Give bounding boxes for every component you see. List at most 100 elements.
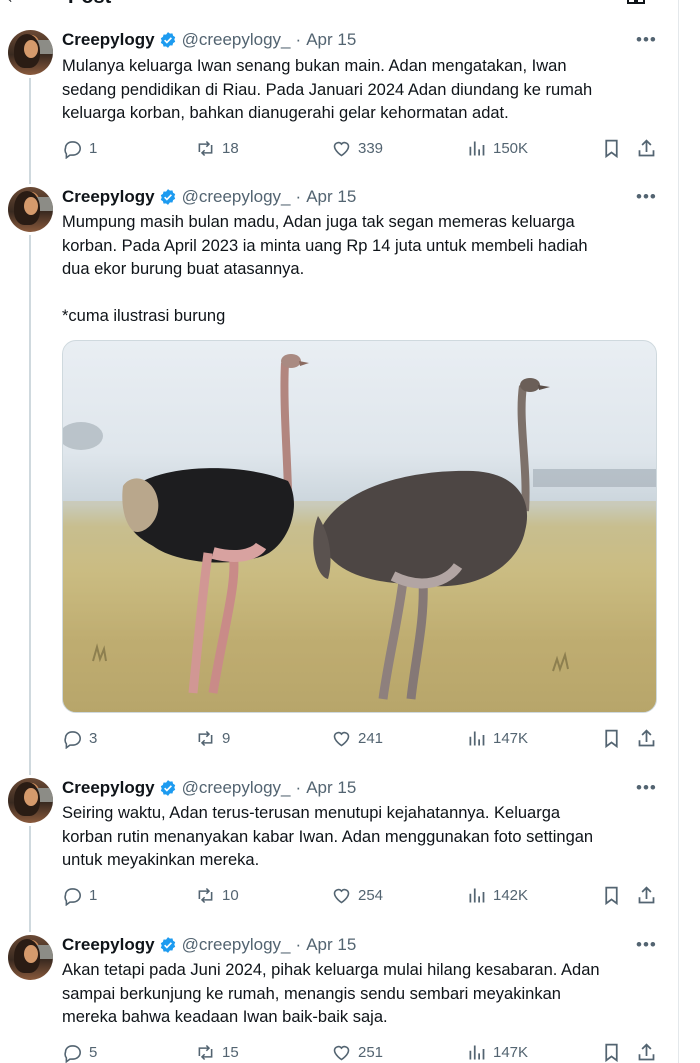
share-icon	[638, 886, 655, 904]
avatar[interactable]	[8, 935, 53, 980]
reply-count: 3	[89, 730, 98, 747]
view-count: 147K	[493, 1044, 529, 1061]
more-options-icon[interactable]: •••	[636, 187, 657, 207]
handle[interactable]: @creepylogy_	[182, 935, 291, 955]
handle[interactable]: @creepylogy_	[182, 778, 291, 798]
separator-dot: ·	[295, 778, 302, 797]
ostrich-illustration	[63, 354, 656, 712]
verified-badge-icon	[160, 780, 175, 796]
like-count: 241	[358, 730, 384, 747]
view-count: 142K	[493, 887, 529, 904]
tweet-text-line: keluarga korban, bahkan dianugerahi gela…	[62, 104, 509, 122]
like-count: 251	[358, 1044, 384, 1061]
reply-button[interactable]: 5	[62, 1042, 97, 1063]
views-button[interactable]: 142K	[466, 885, 528, 906]
separator-dot: ·	[295, 30, 302, 49]
book-icon[interactable]	[626, 0, 646, 11]
share-icon	[638, 1043, 655, 1061]
repost-button[interactable]: 15	[195, 1042, 239, 1063]
reply-button[interactable]: 1	[62, 885, 97, 906]
top-bar: ← Post	[0, 0, 678, 8]
like-button[interactable]: 241	[331, 728, 383, 749]
more-options-icon[interactable]: •••	[636, 935, 657, 955]
avatar[interactable]	[8, 30, 53, 75]
tweet-text-line: sedang pendidikan di Riau. Pada Januari …	[62, 80, 593, 99]
display-name[interactable]: Creepylogy	[62, 778, 155, 798]
handle[interactable]: @creepylogy_	[182, 30, 291, 50]
bookmark-button[interactable]	[601, 1042, 622, 1063]
action-bar: 1 10 254 142K	[0, 885, 678, 909]
page-title: Post	[68, 0, 111, 9]
display-name[interactable]: Creepylogy	[62, 30, 155, 50]
like-button[interactable]: 251	[331, 1042, 383, 1063]
repost-icon	[198, 887, 213, 904]
more-options-icon[interactable]: •••	[636, 30, 657, 50]
like-button[interactable]: 254	[331, 885, 383, 906]
timestamp[interactable]: Apr 15	[306, 187, 356, 207]
share-button[interactable]	[636, 728, 657, 754]
timestamp[interactable]: Apr 15	[306, 935, 356, 955]
bookmark-icon	[605, 139, 618, 159]
heart-icon	[333, 731, 350, 747]
tweet-text-line: korban rutin menanyakan kabar Iwan. Adan…	[62, 827, 594, 846]
reply-icon	[64, 888, 81, 906]
back-arrow-icon[interactable]: ←	[4, 0, 24, 9]
heart-icon	[333, 888, 350, 904]
views-icon	[469, 1045, 485, 1060]
tweet-text-line: Akan tetapi pada Juni 2024, pihak keluar…	[62, 961, 600, 979]
share-button[interactable]	[636, 1042, 657, 1063]
views-button[interactable]: 150K	[466, 138, 528, 159]
repost-button[interactable]: 9	[195, 728, 230, 749]
thread-line	[29, 826, 31, 932]
avatar[interactable]	[8, 187, 53, 232]
bookmark-icon	[605, 729, 618, 749]
repost-icon	[198, 730, 213, 747]
tweet-text-line: sampai berkunjung ke rumah, menangis sen…	[62, 984, 561, 1003]
column-divider	[678, 0, 679, 1063]
repost-count: 9	[222, 730, 231, 747]
display-name[interactable]: Creepylogy	[62, 187, 155, 207]
tweet-text-line: *cuma ilustrasi burung	[62, 307, 226, 325]
heart-icon	[333, 141, 350, 157]
tweet-text: Akan tetapi pada Juni 2024, pihak keluar…	[62, 959, 662, 1030]
avatar[interactable]	[8, 778, 53, 823]
tweet-header: Creepylogy @creepylogy_ · Apr 15	[62, 29, 356, 51]
separator-dot: ·	[295, 187, 302, 206]
views-icon	[469, 888, 485, 903]
tweet-text-line: Seiring waktu, Adan terus-terusan menutu…	[62, 804, 561, 822]
tweet-text-line: mereka bahwa keadaan Iwan baik-baik saja…	[62, 1008, 388, 1026]
bookmark-icon	[605, 1043, 618, 1063]
views-button[interactable]: 147K	[466, 1042, 528, 1063]
tweet-text-line: korban. Pada April 2023 ia minta uang Rp…	[62, 236, 588, 255]
reply-icon	[64, 1045, 81, 1063]
view-count: 150K	[493, 140, 529, 157]
views-icon	[469, 141, 485, 156]
heart-icon	[333, 1045, 350, 1061]
reply-button[interactable]: 1	[62, 138, 97, 159]
repost-button[interactable]: 18	[195, 138, 239, 159]
tweet-text-line: Mulanya keluarga Iwan senang bukan main.…	[62, 57, 567, 75]
bookmark-button[interactable]	[601, 728, 622, 754]
reply-count: 1	[89, 887, 98, 904]
more-options-icon[interactable]: •••	[636, 778, 657, 798]
tweet-image[interactable]	[62, 340, 657, 713]
tweet-text-line: Mumpung masih bulan madu, Adan juga tak …	[62, 213, 575, 231]
views-button[interactable]: 147K	[466, 728, 528, 749]
handle[interactable]: @creepylogy_	[182, 187, 291, 207]
tweet-text-line: dua ekor burung buat atasannya.	[62, 260, 305, 278]
display-name[interactable]: Creepylogy	[62, 935, 155, 955]
share-icon	[638, 139, 655, 157]
bookmark-button[interactable]	[601, 138, 622, 164]
share-button[interactable]	[636, 138, 657, 164]
bookmark-button[interactable]	[601, 885, 622, 911]
action-bar: 3 9 241 147K	[0, 728, 678, 752]
timestamp[interactable]: Apr 15	[306, 778, 356, 798]
share-button[interactable]	[636, 885, 657, 911]
like-button[interactable]: 339	[331, 138, 383, 159]
action-bar: 1 18 339 150K	[0, 138, 678, 162]
verified-badge-icon	[160, 937, 175, 953]
timestamp[interactable]: Apr 15	[306, 30, 356, 50]
repost-button[interactable]: 10	[195, 885, 239, 906]
reply-button[interactable]: 3	[62, 728, 97, 749]
tweet-header: Creepylogy @creepylogy_ · Apr 15	[62, 934, 356, 956]
